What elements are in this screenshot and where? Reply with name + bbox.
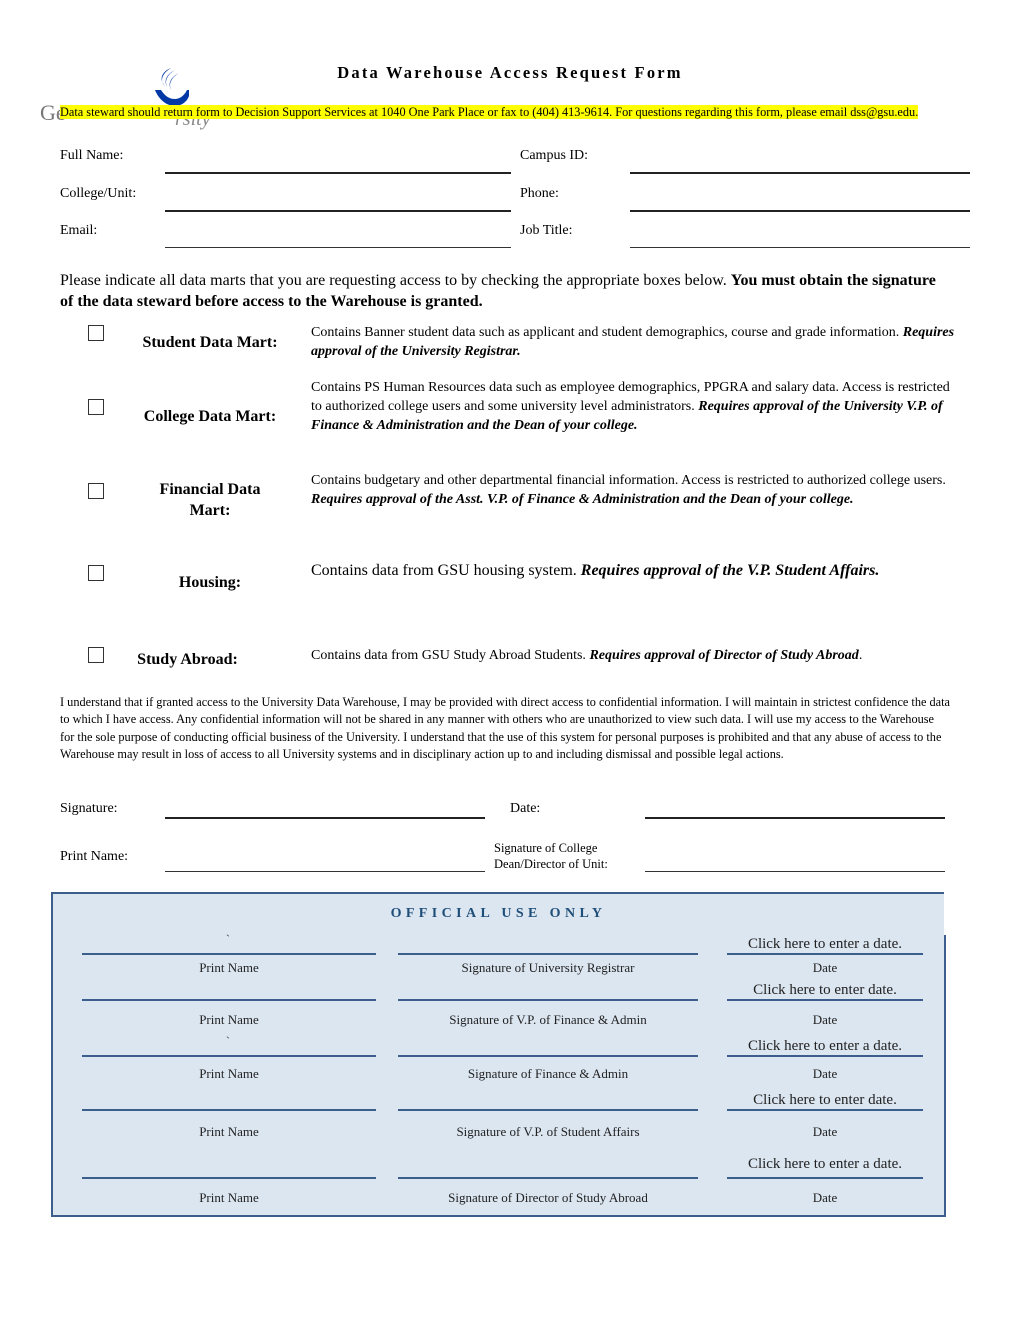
study-abroad-label: Study Abroad: bbox=[137, 651, 238, 668]
date-caption: Date bbox=[812, 960, 838, 975]
full-name-field[interactable] bbox=[165, 172, 511, 174]
signature-line[interactable] bbox=[398, 1109, 698, 1111]
signature-caption: Signature of Finance & Admin bbox=[467, 1066, 629, 1081]
return-instructions-notice: Data steward should return form to Decis… bbox=[60, 105, 919, 119]
college-data-mart-label: College Data Mart: bbox=[143, 408, 277, 425]
dean-signature-label: Signature of College Dean/Director of Un… bbox=[494, 840, 608, 872]
data-mart-instructions: Please indicate all data marts that you … bbox=[60, 272, 936, 310]
housing-label: Housing: bbox=[178, 574, 242, 591]
date-caption: Date bbox=[812, 1066, 838, 1081]
print-name-field[interactable] bbox=[165, 871, 485, 872]
college-data-mart-checkbox[interactable] bbox=[88, 399, 104, 415]
tick-mark: ` bbox=[226, 1034, 230, 1048]
financial-data-mart-description: Contains budgetary and other departmenta… bbox=[311, 473, 946, 507]
date-picker[interactable]: Click here to enter a date. bbox=[722, 1038, 928, 1055]
campus-id-label: Campus ID: bbox=[520, 148, 589, 163]
date-caption: Date bbox=[812, 1190, 838, 1205]
print-name-caption: Print Name bbox=[199, 1012, 259, 1027]
college-unit-field[interactable] bbox=[165, 210, 511, 212]
housing-description: Contains data from GSU housing system. R… bbox=[311, 562, 880, 579]
signature-caption: Signature of V.P. of Student Affairs bbox=[456, 1124, 640, 1139]
date-picker[interactable]: Click here to enter a date. bbox=[722, 1156, 928, 1173]
date-line[interactable] bbox=[727, 1177, 923, 1179]
student-data-mart-checkbox[interactable] bbox=[88, 325, 104, 341]
full-name-label: Full Name: bbox=[60, 148, 124, 163]
tick-mark: ` bbox=[226, 932, 230, 946]
financial-data-mart-label: Financial Data Mart: bbox=[159, 481, 261, 519]
signature-caption: Signature of University Registrar bbox=[461, 960, 635, 975]
signature-caption: Signature of Director of Study Abroad bbox=[448, 1190, 648, 1205]
print-name-line[interactable] bbox=[82, 953, 376, 955]
date-picker[interactable]: Click here to enter a date. bbox=[722, 936, 928, 953]
print-name-caption: Print Name bbox=[199, 1190, 259, 1205]
print-name-line[interactable] bbox=[82, 1055, 376, 1057]
date-caption: Date bbox=[812, 1124, 838, 1139]
date-caption: Date bbox=[812, 1012, 838, 1027]
campus-id-field[interactable] bbox=[630, 172, 970, 174]
email-field[interactable] bbox=[165, 247, 511, 248]
email-label: Email: bbox=[60, 223, 98, 238]
signature-field[interactable] bbox=[165, 817, 485, 819]
date-field[interactable] bbox=[645, 817, 945, 819]
signature-caption: Signature of V.P. of Finance & Admin bbox=[449, 1012, 647, 1027]
official-use-title: OFFICIAL USE ONLY bbox=[390, 906, 607, 921]
job-title-field[interactable] bbox=[630, 247, 970, 248]
date-line[interactable] bbox=[727, 953, 923, 955]
date-line[interactable] bbox=[727, 1055, 923, 1057]
phone-label: Phone: bbox=[520, 186, 559, 201]
college-data-mart-description: Contains PS Human Resources data such as… bbox=[311, 380, 950, 433]
print-name-caption: Print Name bbox=[199, 960, 259, 975]
date-picker[interactable]: Click here to enter date. bbox=[722, 982, 928, 999]
financial-data-mart-checkbox[interactable] bbox=[88, 483, 104, 499]
housing-checkbox[interactable] bbox=[88, 565, 104, 581]
dean-signature-label-line1: Signature of College bbox=[494, 841, 598, 855]
study-abroad-checkbox[interactable] bbox=[88, 647, 104, 663]
dean-signature-label-line2: Dean/Director of Unit: bbox=[494, 857, 608, 871]
confidentiality-agreement: I understand that if granted access to t… bbox=[60, 695, 951, 762]
date-label: Date: bbox=[510, 801, 541, 816]
phone-field[interactable] bbox=[630, 210, 970, 212]
date-line[interactable] bbox=[727, 999, 923, 1001]
job-title-label: Job Title: bbox=[520, 223, 573, 238]
print-name-caption: Print Name bbox=[199, 1066, 259, 1081]
date-picker[interactable]: Click here to enter date. bbox=[722, 1092, 928, 1109]
date-line[interactable] bbox=[727, 1109, 923, 1111]
college-unit-label: College/Unit: bbox=[60, 186, 137, 201]
print-name-caption: Print Name bbox=[199, 1124, 259, 1139]
signature-label: Signature: bbox=[60, 801, 118, 816]
print-name-line[interactable] bbox=[82, 999, 376, 1001]
print-name-label: Print Name: bbox=[60, 849, 129, 864]
study-abroad-description: Contains data from GSU Study Abroad Stud… bbox=[311, 648, 863, 663]
dean-signature-field[interactable] bbox=[645, 871, 945, 872]
signature-line[interactable] bbox=[398, 999, 698, 1001]
print-name-line[interactable] bbox=[82, 1109, 376, 1111]
signature-line[interactable] bbox=[398, 1177, 698, 1179]
print-name-line[interactable] bbox=[82, 1177, 376, 1179]
signature-line[interactable] bbox=[398, 1055, 698, 1057]
student-data-mart-description: Contains Banner student data such as app… bbox=[311, 325, 955, 359]
student-data-mart-label: Student Data Mart: bbox=[142, 334, 278, 351]
signature-line[interactable] bbox=[398, 953, 698, 955]
